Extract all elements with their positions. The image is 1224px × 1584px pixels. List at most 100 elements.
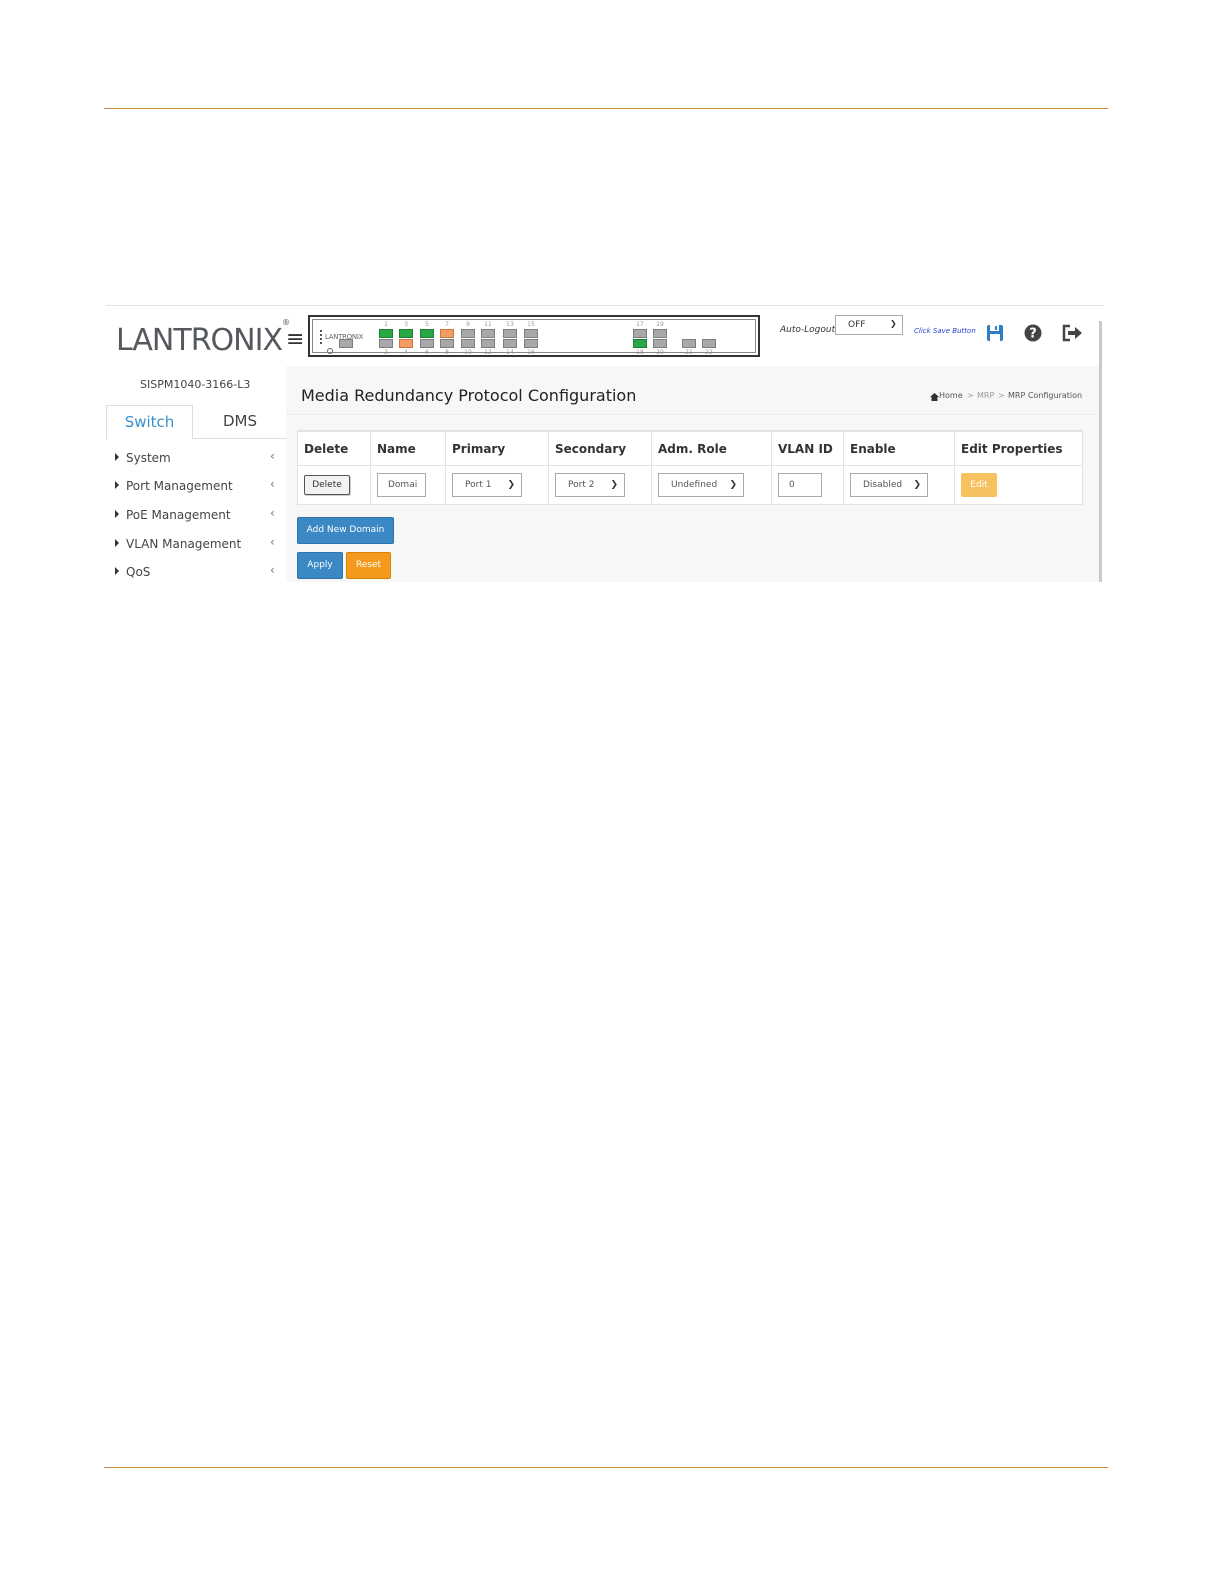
chevron-down-icon: ❯	[890, 319, 897, 328]
breadcrumb-current: MRP Configuration	[1008, 391, 1083, 400]
port-number: 5	[425, 321, 429, 328]
column-header-vlan-id: VLAN ID	[771, 430, 844, 466]
cell-secondary: Port 2 ❯	[548, 465, 652, 505]
column-header-name: Name	[370, 430, 446, 466]
port-8	[440, 339, 454, 348]
port-16	[524, 339, 538, 348]
chevron-down-icon: ❯	[507, 480, 515, 490]
mrp-domain-table: Delete Name Primary Secondary Adm. Role …	[297, 430, 1083, 505]
table-header-row: Delete Name Primary Secondary Adm. Role …	[297, 430, 1083, 466]
sidebar-item-label: System	[126, 451, 171, 465]
port-number: 20	[656, 349, 664, 356]
port-number: 21	[685, 349, 693, 356]
port-17	[633, 329, 647, 338]
port-7	[440, 329, 454, 338]
cell-edit-properties: Edit	[954, 465, 1083, 505]
port-number: 11	[484, 321, 492, 328]
primary-port-value: Port 1	[465, 480, 492, 490]
port-13	[503, 329, 517, 338]
port-number: 9	[466, 321, 470, 328]
domain-name-input[interactable]: Domai	[377, 473, 426, 497]
auto-logout-select[interactable]: OFF ❯	[835, 315, 903, 335]
cell-adm-role: Undefined ❯	[651, 465, 772, 505]
auto-logout-label: Auto-Logout	[780, 325, 836, 335]
port-19	[653, 329, 667, 338]
chevron-left-icon: ‹	[270, 535, 275, 549]
table-row: Delete Domai Port 1 ❯ Port 2 ❯ Undefined ❯	[297, 465, 1083, 505]
caret-right-icon	[115, 510, 119, 518]
caret-right-icon	[115, 453, 119, 461]
caret-right-icon	[115, 539, 119, 547]
column-header-adm-role: Adm. Role	[651, 430, 772, 466]
port-number: 16	[527, 349, 535, 356]
title-divider	[286, 414, 1099, 415]
chevron-left-icon: ‹	[270, 506, 275, 520]
port-number: 14	[506, 349, 514, 356]
cell-vlan-id: 0	[771, 465, 844, 505]
auto-logout-value: OFF	[848, 320, 866, 330]
question-circle-icon[interactable]: ?	[1024, 324, 1042, 342]
port-3	[399, 329, 413, 338]
port-number: 10	[464, 349, 472, 356]
home-icon[interactable]	[930, 393, 939, 401]
enable-value: Disabled	[863, 480, 903, 490]
edit-button[interactable]: Edit	[961, 473, 997, 497]
vlan-id-value: 0	[789, 480, 795, 490]
panel-led	[327, 348, 333, 354]
port-number: 22	[705, 349, 713, 356]
reset-button[interactable]: Reset	[346, 552, 391, 579]
sidebar-item-label: QoS	[126, 565, 151, 579]
tab-switch[interactable]: Switch	[106, 405, 193, 439]
domain-name-value: Domai	[388, 480, 418, 490]
switch-panel-inner: LANTRONIX 1 2 3 4 5 6 7 8 9 10 11 12 13 14 15 16 17 18 19 2…	[312, 319, 756, 356]
page-header-rule	[104, 108, 1108, 109]
port-12	[481, 339, 495, 348]
floppy-disk-icon[interactable]	[986, 324, 1004, 342]
secondary-port-select[interactable]: Port 2 ❯	[555, 473, 625, 497]
save-hint: Click Save Button	[914, 327, 976, 335]
port-11	[481, 329, 495, 338]
panel-dots	[320, 330, 322, 344]
hamburger-icon[interactable]: ≡	[286, 329, 304, 351]
enable-select[interactable]: Disabled ❯	[850, 473, 928, 497]
primary-port-select[interactable]: Port 1 ❯	[452, 473, 522, 497]
sign-out-icon[interactable]	[1061, 324, 1083, 342]
scrollbar[interactable]	[1099, 321, 1102, 582]
adm-role-value: Undefined	[671, 480, 718, 490]
tab-dms[interactable]: DMS	[193, 405, 287, 439]
cell-enable: Disabled ❯	[843, 465, 955, 505]
breadcrumb-home[interactable]: Home	[939, 391, 963, 400]
breadcrumb-mrp[interactable]: MRP	[977, 391, 994, 400]
device-model: SISPM1040-3166-L3	[140, 378, 251, 391]
port-number: 8	[445, 349, 449, 356]
column-header-delete: Delete	[297, 430, 371, 466]
column-header-edit-properties: Edit Properties	[954, 430, 1083, 466]
port-4	[399, 339, 413, 348]
port-number: 3	[404, 321, 408, 328]
delete-button[interactable]: Delete	[304, 475, 350, 495]
adm-role-select[interactable]: Undefined ❯	[658, 473, 744, 497]
cell-name: Domai	[370, 465, 446, 505]
column-header-primary: Primary	[445, 430, 549, 466]
port-number: 1	[384, 321, 388, 328]
vlan-id-input[interactable]: 0	[778, 473, 822, 497]
port-2	[379, 339, 393, 348]
brand-mark: ®	[282, 318, 290, 327]
port-number: 4	[404, 349, 408, 356]
caret-right-icon	[115, 567, 119, 575]
chevron-down-icon: ❯	[913, 480, 921, 490]
add-new-domain-button[interactable]: Add New Domain	[297, 517, 394, 544]
port-18	[633, 339, 647, 348]
svg-text:?: ?	[1029, 327, 1037, 342]
sidebar-tabs: Switch DMS	[106, 405, 287, 439]
apply-button[interactable]: Apply	[297, 552, 343, 579]
breadcrumb-separator: >	[998, 391, 1005, 400]
main-content: Media Redundancy Protocol Configuration …	[286, 366, 1099, 582]
screenshot-frame: LANTRONIX® ≡ LANTRONIX 1 2 3 4 5 6 7 8 9 10 11 12 13…	[106, 305, 1104, 582]
port-number: 15	[527, 321, 535, 328]
port-1	[379, 329, 393, 338]
column-header-secondary: Secondary	[548, 430, 652, 466]
port-20	[653, 339, 667, 348]
port-22	[702, 339, 716, 348]
port-6	[420, 339, 434, 348]
